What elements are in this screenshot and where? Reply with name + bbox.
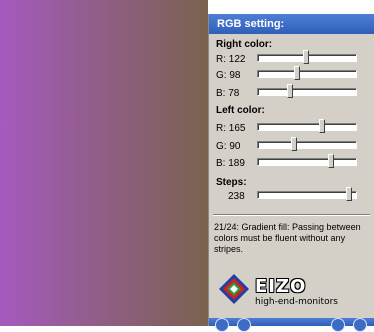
right-g-slider[interactable] (257, 66, 357, 80)
panel-title: RGB setting: (209, 14, 374, 34)
logo-tagline: high-end-monitors (255, 297, 338, 307)
left-color-label: Left color: (216, 105, 265, 116)
eizo-logo-icon (219, 274, 249, 304)
steps-value: 238 (228, 191, 245, 202)
eizo-logo: EIZO high-end-monitors (217, 272, 367, 312)
right-r-thumb[interactable] (303, 50, 309, 64)
right-g-thumb[interactable] (294, 66, 300, 80)
left-g-label: G: 90 (216, 141, 241, 152)
right-r-label: R: 122 (216, 54, 246, 65)
back-circle-icon[interactable] (237, 318, 251, 332)
separator (213, 214, 370, 216)
left-b-slider[interactable] (257, 154, 357, 168)
steps-slider[interactable] (257, 187, 357, 201)
left-r-slider[interactable] (257, 119, 357, 133)
gradient-test-pattern (0, 0, 208, 326)
left-r-thumb[interactable] (319, 119, 325, 133)
rgb-settings-panel: RGB setting: Right color: R: 122 G: 98 B… (208, 14, 374, 332)
left-g-thumb[interactable] (291, 137, 297, 151)
forward-circle-icon[interactable] (331, 318, 345, 332)
right-r-slider[interactable] (257, 50, 357, 64)
right-b-label: B: 78 (216, 88, 240, 99)
next-circle-icon[interactable] (353, 318, 367, 332)
steps-thumb[interactable] (346, 187, 352, 201)
prev-circle-icon[interactable] (215, 318, 229, 332)
left-g-slider[interactable] (257, 137, 357, 151)
logo-brand: EIZO (255, 276, 307, 297)
navigation-bar (209, 318, 374, 332)
left-b-label: B: 189 (216, 158, 245, 169)
right-g-label: G: 98 (216, 70, 241, 81)
right-b-slider[interactable] (257, 84, 357, 98)
steps-label: Steps: (216, 177, 247, 188)
right-color-label: Right color: (216, 39, 273, 50)
left-r-label: R: 165 (216, 123, 246, 134)
left-b-thumb[interactable] (328, 154, 334, 168)
right-b-thumb[interactable] (287, 84, 293, 98)
test-description: 21/24: Gradient fill: Passing between co… (214, 222, 361, 254)
